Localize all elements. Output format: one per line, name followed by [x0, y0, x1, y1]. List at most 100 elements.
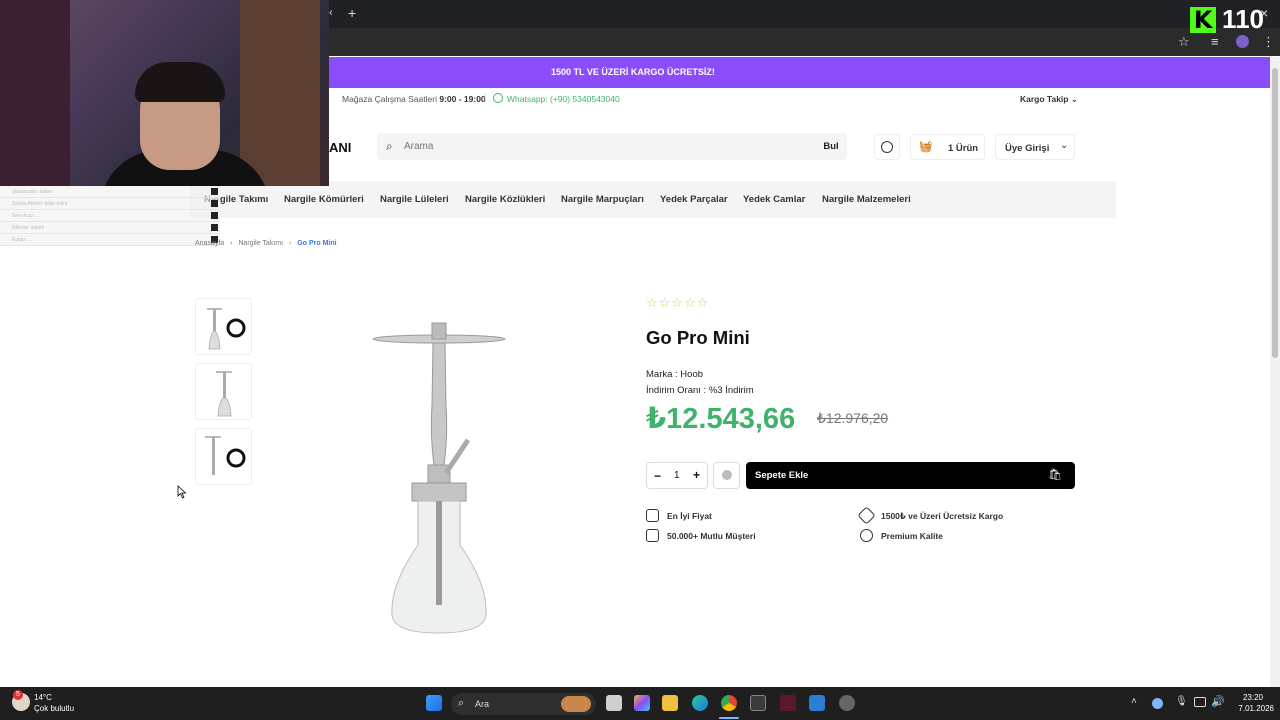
viewer-counter: K 110 [1190, 4, 1264, 35]
quantity-stepper: − 1 + [646, 462, 708, 489]
category-nav: Nargile Takımı Nargile Kömürleri Nargile… [190, 181, 1116, 218]
login-button[interactable]: Üye Girişi ⌄ [995, 134, 1075, 160]
chevron-down-icon: ⌄ [1070, 94, 1078, 104]
microphone-icon[interactable]: 🎙 [1175, 696, 1188, 707]
add-to-cart-button[interactable]: Sepete Ekle 🛍 [746, 462, 1075, 489]
happy-customers-icon [646, 529, 659, 542]
cloud-icon[interactable] [1152, 698, 1163, 709]
nav-yedek-parcalar[interactable]: Yedek Parçalar [660, 194, 728, 205]
quality-badge-icon [860, 529, 873, 542]
settings-icon[interactable] [839, 695, 855, 711]
quantity-decrease-button[interactable]: − [654, 469, 661, 483]
best-price-icon [646, 509, 659, 522]
search-icon: ⌕ [458, 697, 465, 709]
copilot-icon[interactable] [634, 695, 650, 711]
shopping-bag-icon: 🛍 [1048, 469, 1062, 481]
hookah-thumbnail-image [205, 436, 246, 475]
search-input[interactable] [404, 138, 804, 155]
weather-desc[interactable]: Çok bulutlu [34, 704, 74, 713]
basket-icon: 🧺 [919, 141, 933, 153]
volume-icon[interactable]: 🔊 [1211, 695, 1225, 708]
product-title: Go Pro Mini [646, 327, 750, 348]
product-brand: Marka : Hoob [646, 369, 704, 380]
product-old-price: ₺12.976,20 [817, 410, 889, 426]
edge-icon[interactable] [692, 695, 708, 711]
store-hours-label: Mağaza Çalışma Saatleri 9:00 - 19:00 [342, 94, 486, 104]
feature-best-price: En İyi Fiyat [667, 511, 712, 521]
favorites-button[interactable] [874, 134, 900, 160]
kick-logo-icon: K [1190, 6, 1217, 33]
product-main-image[interactable] [360, 315, 520, 640]
new-tab-button[interactable]: + [348, 6, 356, 20]
viewer-count: 110 [1222, 4, 1264, 34]
tab-scroll-left-icon[interactable]: ‹ [329, 8, 333, 19]
hookah-thumbnail-image [207, 308, 246, 350]
product-thumbnail[interactable] [195, 428, 252, 485]
file-explorer-icon[interactable] [662, 695, 678, 711]
search-box: ⌕ Bul [377, 133, 847, 160]
tray-overflow-icon[interactable]: ˄ [1131, 696, 1137, 707]
stream-chat-overlay: glassmusic: naber Seyda Ahmet: takip ett… [0, 186, 220, 246]
breadcrumb-current: Go Pro Mini [297, 240, 337, 247]
login-label: Üye Girişi [1005, 143, 1050, 154]
chat-line: Kutun: ... [0, 234, 220, 246]
clock-time[interactable]: 23:20 [1232, 693, 1274, 702]
weather-temp[interactable]: 14°C [34, 693, 52, 702]
chat-line: Seyda Ahmet: takip ettim [0, 198, 220, 210]
target-icon [881, 141, 893, 153]
clock-date[interactable]: 7.01.2026 [1228, 704, 1274, 713]
monitor-icon[interactable] [1194, 697, 1206, 707]
webcam-overlay [0, 0, 329, 186]
windows-taskbar: 5 14°C Çok bulutlu ⌕ Ara ˄ 🎙 🔊 23:20 7.0… [0, 687, 1280, 720]
breadcrumb-home[interactable]: Anasayfa [195, 240, 224, 247]
promo-text: 1500 TL VE ÜZERİ KARGO ÜCRETSİZ! [551, 67, 715, 77]
taskbar-search[interactable]: ⌕ Ara [451, 693, 596, 715]
add-to-cart-label: Sepete Ekle [755, 470, 809, 481]
mouse-cursor-icon [177, 485, 187, 499]
feature-happy-customers: 50.000+ Mutlu Müşteri [667, 531, 756, 541]
nav-yedek-camlar[interactable]: Yedek Camlar [743, 194, 805, 205]
chat-line: glassmusic: naber [0, 186, 220, 198]
cart-count: 1 Ürün [948, 143, 979, 154]
nav-nargile-malzemeleri[interactable]: Nargile Malzemeleri [822, 194, 911, 205]
quantity-value[interactable]: 1 [674, 470, 680, 481]
page-scrollbar-thumb[interactable] [1272, 68, 1278, 358]
breadcrumb-category[interactable]: Nargile Takımı [238, 240, 283, 247]
browser-menu-icon[interactable]: ⋮ [1262, 35, 1275, 48]
chat-line: Riferlar: selam [0, 222, 220, 234]
windows-start-icon[interactable] [426, 695, 442, 711]
product-thumbnail[interactable] [195, 298, 252, 355]
site-logo[interactable]: ANI [329, 140, 351, 155]
heart-icon [722, 470, 732, 480]
feature-premium-quality: Premium Kalite [881, 531, 943, 541]
add-to-wishlist-button[interactable] [713, 462, 740, 489]
search-button[interactable]: Bul [815, 133, 847, 160]
search-icon: ⌕ [386, 139, 393, 153]
chat-line: Sevi Acar: ... [0, 210, 220, 222]
tag-icon [857, 506, 876, 525]
feature-free-shipping: 1500₺ ve Üzeri Ücretsiz Kargo [881, 511, 1004, 521]
reading-list-icon[interactable]: ≡ [1211, 35, 1219, 48]
whatsapp-link[interactable]: Whatsapp: (+90) 5340543040 [507, 94, 620, 104]
task-view-icon[interactable] [606, 695, 622, 711]
whatsapp-icon [493, 93, 503, 103]
product-thumbnail[interactable] [195, 363, 252, 420]
nav-nargile-marpuclari[interactable]: Nargile Marpuçları [561, 194, 644, 205]
quantity-increase-button[interactable]: + [693, 468, 700, 482]
bookmark-star-icon[interactable]: ☆ [1178, 35, 1190, 48]
cart-button[interactable]: 🧺 1 Ürün [910, 134, 985, 160]
cargo-tracking-link[interactable]: Kargo Takip ⌄ [1020, 94, 1078, 105]
breadcrumb: Anasayfa › Nargile Takımı › Go Pro Mini [195, 240, 337, 247]
profile-avatar[interactable] [1236, 35, 1249, 48]
chrome-icon[interactable] [721, 695, 737, 711]
store-icon[interactable] [750, 695, 766, 711]
active-app-indicator [719, 717, 739, 719]
hookah-thumbnail-image [216, 371, 232, 417]
nav-nargile-kozlukleri[interactable]: Nargile Közlükleri [465, 194, 545, 205]
chevron-down-icon: ⌄ [1060, 140, 1069, 151]
info-bar: Mağaza Çalışma Saatleri 9:00 - 19:00 | W… [342, 92, 1078, 105]
app-icon[interactable] [780, 695, 796, 711]
photos-icon[interactable] [809, 695, 825, 711]
nav-nargile-komurleri[interactable]: Nargile Kömürleri [284, 194, 364, 205]
nav-nargile-luleleri[interactable]: Nargile Lüleleri [380, 194, 449, 205]
